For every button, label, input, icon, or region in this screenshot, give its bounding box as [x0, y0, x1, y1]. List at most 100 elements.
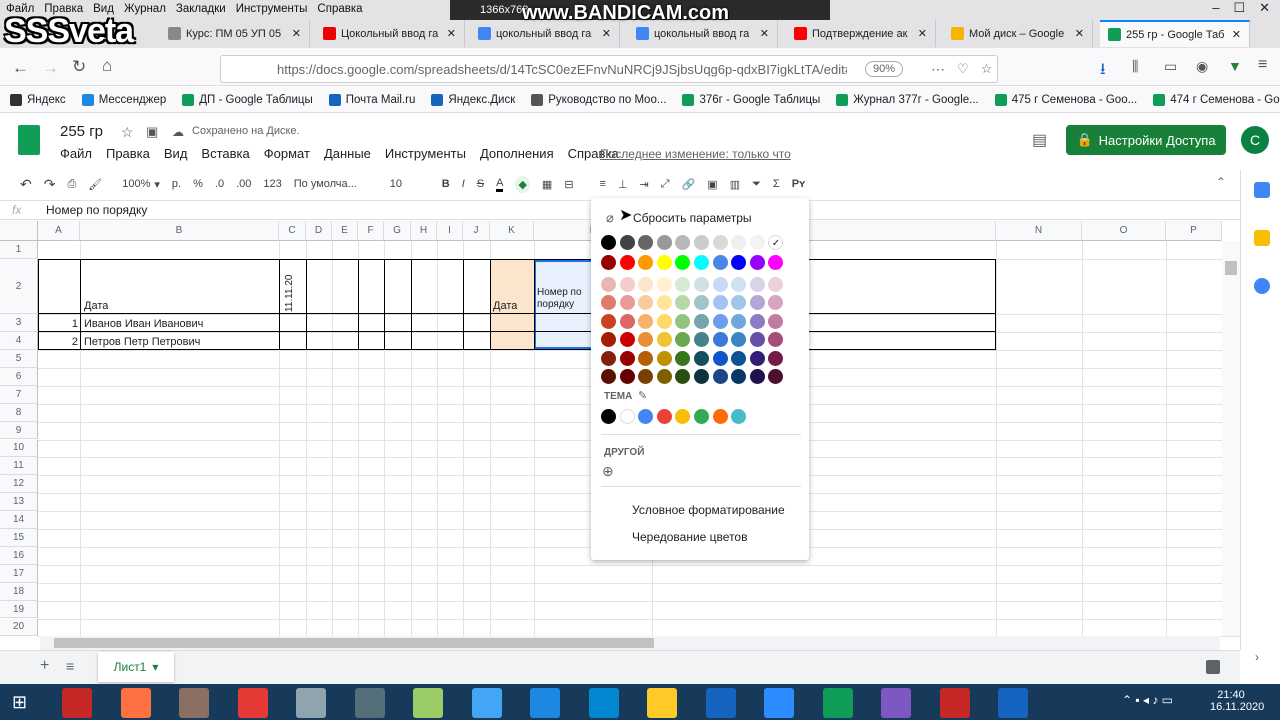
color-swatch[interactable] [675, 351, 691, 366]
chevron-down-icon[interactable]: ▾ [154, 178, 160, 191]
theme-color-swatch[interactable] [601, 409, 616, 424]
color-swatch[interactable] [675, 255, 691, 270]
decimal-decrease-button[interactable]: .0 [215, 178, 224, 190]
minimize-icon[interactable]: – [1212, 0, 1219, 18]
column-header[interactable]: F [358, 221, 384, 241]
functions-icon[interactable]: Σ [773, 178, 780, 190]
bookmark-item[interactable]: Яндекс [10, 93, 66, 106]
tab-close-icon[interactable]: ✕ [1232, 28, 1241, 41]
row-header[interactable]: 10 [0, 439, 38, 458]
color-swatch[interactable] [638, 369, 654, 384]
color-swatch[interactable] [712, 235, 728, 250]
column-header[interactable]: N [996, 221, 1082, 241]
currency-button[interactable]: р. [172, 178, 181, 190]
row-header[interactable]: 9 [0, 421, 38, 440]
taskbar-app-icon[interactable] [764, 688, 794, 718]
formula-input[interactable]: Номер по порядку [40, 203, 147, 217]
taskbar-app-icon[interactable] [881, 688, 911, 718]
row-header[interactable]: 4 [0, 332, 38, 350]
row-header[interactable]: 16 [0, 546, 38, 565]
browser-tab[interactable]: Мой диск – Google ✕ [943, 20, 1093, 47]
taskbar-app-icon[interactable] [296, 688, 326, 718]
column-header[interactable]: C [279, 221, 306, 241]
browser-tab[interactable]: цокольный ввод га ✕ [628, 20, 778, 47]
color-swatch[interactable] [749, 235, 765, 250]
color-swatch[interactable] [749, 314, 765, 329]
bookmark-item[interactable]: ДП - Google Таблицы [182, 93, 313, 106]
document-title[interactable]: 255 гр [60, 123, 103, 140]
add-sheet-icon[interactable]: + [40, 657, 49, 675]
taskbar-app-icon[interactable] [530, 688, 560, 718]
star-icon[interactable]: ☆ [121, 124, 134, 141]
window-controls[interactable]: – ☐ ✕ [1212, 0, 1280, 18]
color-swatch[interactable] [601, 314, 616, 329]
color-swatch[interactable] [694, 295, 709, 310]
expand-panel-icon[interactable]: › [1255, 650, 1259, 664]
color-swatch[interactable] [731, 295, 747, 310]
horizontal-align-icon[interactable]: ≡ [600, 178, 606, 190]
column-header[interactable]: J [463, 221, 490, 241]
taskbar-app-icon[interactable] [120, 688, 151, 718]
maximize-icon[interactable]: ☐ [1233, 0, 1245, 18]
color-swatch[interactable] [694, 332, 709, 347]
color-swatch[interactable] [694, 314, 709, 329]
taskbar-app-icon[interactable] [998, 688, 1028, 718]
theme-color-swatch[interactable] [656, 409, 672, 424]
tray-icons[interactable]: ⌃ ▪ ◂ ♪ ▭ [1122, 693, 1173, 707]
app-menu-item[interactable]: Вставка [201, 146, 249, 161]
color-swatch[interactable] [619, 369, 635, 384]
color-swatch[interactable] [749, 332, 765, 347]
conditional-formatting-item[interactable]: Условное форматирование [632, 503, 785, 517]
taskbar-app-icon[interactable] [939, 688, 970, 718]
chevron-down-icon[interactable]: ▾ [152, 660, 158, 674]
column-header[interactable]: G [384, 221, 411, 241]
taskbar-app-icon[interactable] [471, 688, 502, 718]
row-header[interactable]: 2 [0, 259, 38, 314]
color-swatch[interactable] [601, 255, 616, 270]
bookmark-item[interactable]: Мессенджер [81, 93, 166, 106]
color-swatch[interactable] [731, 277, 747, 292]
close-icon[interactable]: ✕ [1259, 0, 1270, 18]
app-menu-item[interactable]: Формат [264, 146, 310, 161]
color-swatch[interactable] [619, 277, 635, 292]
color-swatch[interactable] [638, 295, 654, 310]
color-swatch[interactable] [694, 369, 709, 384]
taskbar-app-icon[interactable] [647, 688, 677, 718]
strikethrough-button[interactable]: S [477, 178, 484, 190]
color-swatch[interactable] [731, 332, 747, 347]
color-swatch[interactable] [656, 314, 672, 329]
row-header[interactable]: 12 [0, 475, 38, 494]
bookmark-item[interactable]: 376г - Google Таблицы [682, 93, 820, 106]
sheet-tab[interactable]: Лист1 ▾ [98, 652, 174, 682]
address-bar[interactable]: https://docs.google.com/spreadsheets/d/1… [220, 55, 998, 83]
color-swatch[interactable] [638, 314, 654, 329]
insert-link-icon[interactable]: 🔗 [682, 178, 696, 191]
column-header[interactable]: B [80, 221, 279, 241]
back-icon[interactable]: ← [12, 58, 29, 78]
tab-close-icon[interactable]: ✕ [918, 27, 927, 40]
row-header[interactable]: 6 [0, 367, 38, 386]
color-swatch[interactable] [601, 235, 616, 250]
keep-icon[interactable] [1254, 230, 1270, 246]
color-swatch[interactable] [768, 295, 784, 310]
browser-tab[interactable]: цокольный ввод га ✕ [470, 20, 620, 47]
row-header[interactable]: 19 [0, 600, 38, 619]
color-swatch[interactable] [656, 255, 672, 270]
color-swatch[interactable] [619, 332, 635, 347]
color-swatch[interactable] [656, 351, 672, 366]
color-swatch[interactable] [619, 295, 635, 310]
color-swatch[interactable] [712, 255, 728, 270]
color-swatch[interactable] [712, 314, 728, 329]
paint-format-icon[interactable]: 🖌 [88, 178, 102, 191]
color-swatch[interactable] [749, 369, 765, 384]
scroll-thumb[interactable] [1225, 261, 1237, 275]
color-swatch[interactable] [675, 314, 691, 329]
italic-button[interactable]: I [462, 178, 465, 190]
home-icon[interactable]: ⌂ [102, 56, 112, 76]
share-button[interactable]: 🔒 Настройки Доступа [1066, 125, 1226, 155]
page-actions-icon[interactable]: ⋯ [931, 61, 945, 78]
color-swatch[interactable] [731, 314, 747, 329]
insert-comment-icon[interactable]: ▣ [707, 178, 717, 191]
column-header[interactable]: O [1082, 221, 1166, 241]
color-swatch[interactable] [656, 332, 672, 347]
